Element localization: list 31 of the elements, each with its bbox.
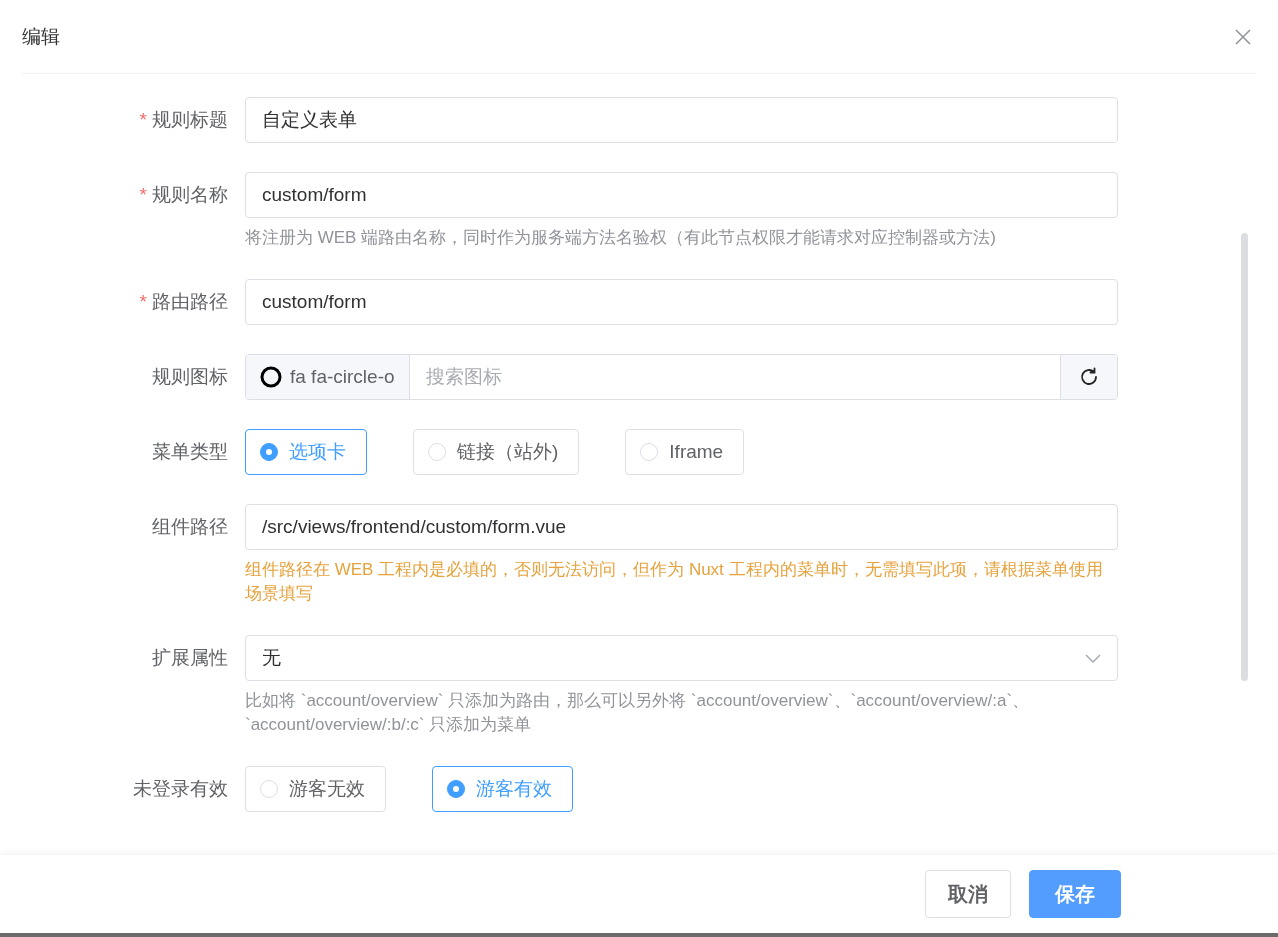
close-icon[interactable] (1234, 27, 1252, 46)
select-field[interactable]: 无 (245, 635, 1118, 681)
radio-option[interactable]: Iframe (625, 429, 745, 475)
required-mark: * (139, 291, 147, 312)
radio-option[interactable]: 链接（站外) (413, 429, 580, 475)
field-label-text: 未登录有效 (133, 778, 228, 799)
refresh-icon (1079, 367, 1099, 387)
help-text: 组件路径在 WEB 工程内是必填的，否则无法访问，但作为 Nuxt 工程内的菜单时，无需填写此项，请根据菜单使用场景填写 (245, 559, 1104, 605)
text-field[interactable]: 自定义表单 (245, 97, 1118, 143)
required-mark: * (139, 184, 147, 205)
field-label-text: 组件路径 (152, 516, 228, 537)
field-label-text: 规则标题 (152, 109, 228, 130)
field-label-text: 扩展属性 (152, 647, 228, 668)
field-label-text: 路由路径 (152, 291, 228, 312)
required-mark: * (139, 109, 147, 130)
ring-icon (260, 366, 282, 388)
text-field[interactable]: custom/form (245, 172, 1118, 218)
scrollbar[interactable] (1241, 233, 1248, 681)
radio-option[interactable]: 游客无效 (245, 766, 386, 812)
chevron-down-icon (1085, 653, 1101, 663)
refresh-button[interactable] (1060, 355, 1117, 399)
icon-name: fa fa-circle-o (290, 366, 395, 388)
cancel-button[interactable]: 取消 (925, 870, 1011, 918)
help-text: 比如将 `account/overview` 只添加为路由，那么可以另外将 `account/overview`、`account/overview/:a`、`account/overview/:b/:c` 只添加为菜单 (245, 690, 1031, 736)
text-field[interactable]: /src/views/frontend/custom/form.vue (245, 504, 1118, 550)
field-label-text: 规则图标 (152, 366, 228, 387)
help-text: 将注册为 WEB 端路由名称，同时作为服务端方法名验权（有此节点权限才能请求对应控制器或方法) (245, 227, 997, 249)
field-label-text: 菜单类型 (152, 441, 228, 462)
text-field[interactable]: custom/form (245, 279, 1118, 325)
dialog-title: 编辑 (22, 24, 60, 49)
field-label-text: 规则名称 (152, 184, 228, 205)
